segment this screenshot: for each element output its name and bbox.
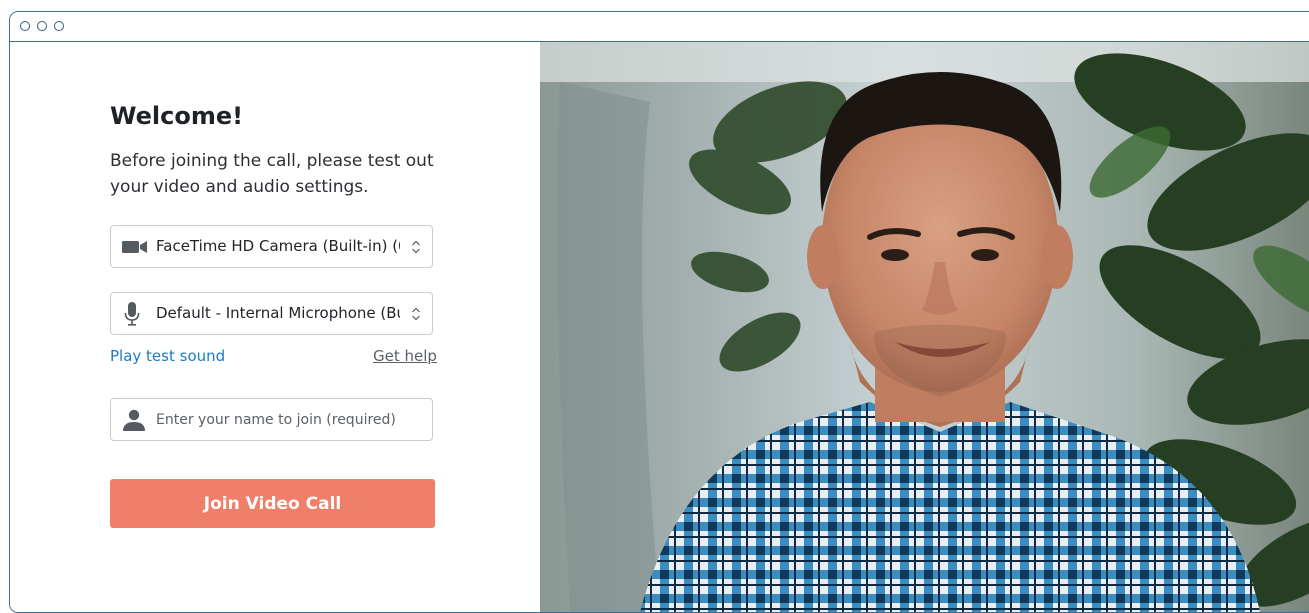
person-icon	[123, 409, 145, 431]
chevron-up-down-icon	[412, 240, 420, 253]
window-control-dot[interactable]	[54, 21, 64, 31]
window-control-dot[interactable]	[37, 21, 47, 31]
app-window: Welcome! Before joining the call, please…	[9, 11, 1309, 613]
microphone-select[interactable]: Default - Internal Microphone (Bu	[110, 292, 433, 335]
camera-select-value: FaceTime HD Camera (Built-in) (05	[156, 237, 400, 255]
microphone-select-value: Default - Internal Microphone (Bu	[156, 304, 400, 322]
play-test-sound-link[interactable]: Play test sound	[110, 347, 225, 365]
video-camera-icon	[122, 240, 148, 254]
window-control-dot[interactable]	[20, 21, 30, 31]
title-bar	[10, 12, 1309, 42]
chevron-up-down-icon	[412, 307, 420, 320]
welcome-description: Before joining the call, please test out…	[110, 151, 434, 197]
name-input[interactable]	[156, 399, 422, 440]
camera-preview-image	[540, 42, 1309, 612]
microphone-icon	[124, 301, 140, 326]
name-field[interactable]	[110, 398, 433, 441]
welcome-title: Welcome!	[110, 102, 244, 130]
pre-call-settings-panel: Welcome! Before joining the call, please…	[10, 42, 540, 612]
camera-preview	[540, 42, 1309, 612]
camera-select[interactable]: FaceTime HD Camera (Built-in) (05	[110, 225, 433, 268]
get-help-link[interactable]: Get help	[373, 347, 437, 365]
join-video-call-button[interactable]: Join Video Call	[110, 479, 435, 528]
